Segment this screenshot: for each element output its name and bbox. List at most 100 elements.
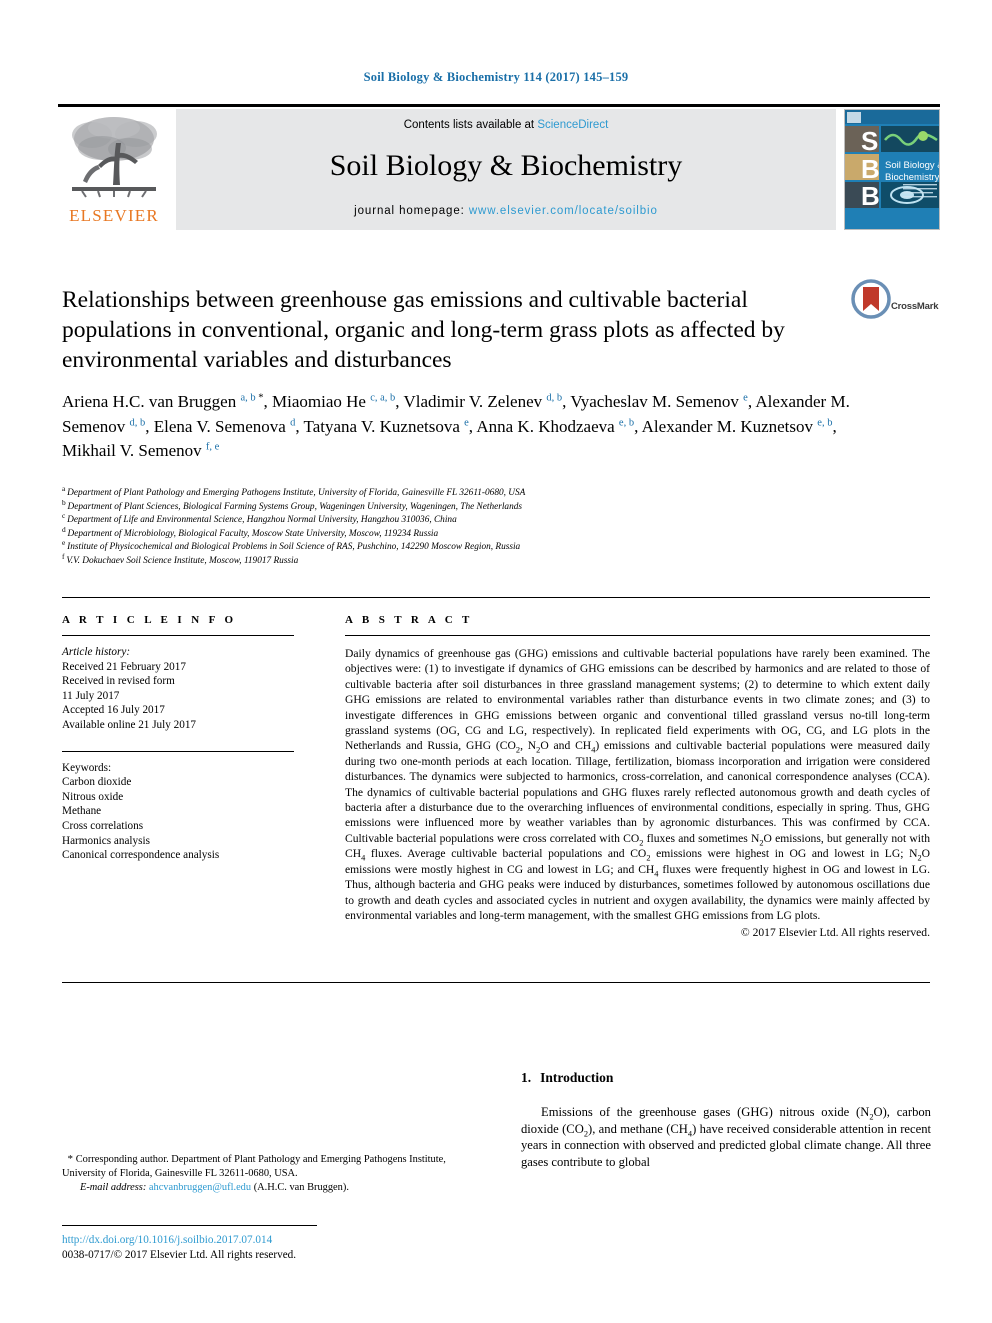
- affiliation-text: V.V. Dokuchaev Soil Science Institute, M…: [66, 555, 299, 566]
- article-history-label: Article history:: [62, 646, 131, 658]
- affiliation-item: d Department of Microbiology, Biological…: [62, 525, 892, 542]
- keyword-item: Methane: [62, 805, 102, 818]
- doi-link[interactable]: http://dx.doi.org/10.1016/j.soilbio.2017…: [62, 1233, 492, 1248]
- author-affiliation-marks: f, e: [205, 441, 220, 453]
- crossmark-icon: [851, 279, 891, 319]
- author-name: Alexander M. Kuznetsov: [641, 416, 818, 436]
- author-affiliation-marks: e, b: [817, 416, 833, 428]
- author-separator: ,: [263, 392, 273, 411]
- author-separator: ,: [295, 416, 304, 436]
- email-suffix: (A.H.C. van Bruggen).: [253, 1182, 349, 1193]
- affiliation-text: Department of Life and Environmental Sci…: [67, 515, 457, 526]
- author-affiliation-marks: d, b: [129, 416, 146, 428]
- elsevier-tree-icon: [72, 117, 157, 198]
- svg-text:B: B: [861, 181, 880, 211]
- author-affiliation-marks: a, b: [240, 392, 256, 404]
- svg-text:B: B: [861, 154, 880, 184]
- abstract-column: A B S T R A C T Daily dynamics of greenh…: [345, 614, 930, 941]
- author-name: Vladimir V. Zelenev: [403, 392, 547, 411]
- journal-homepage-link[interactable]: www.elsevier.com/locate/soilbio: [469, 205, 658, 217]
- sciencedirect-link[interactable]: ScienceDirect: [537, 119, 608, 131]
- homepage-prefix: journal homepage:: [354, 205, 469, 217]
- journal-cover-art: S B B Soil Biology & Biochemistry: [845, 110, 940, 229]
- keywords-rule: [62, 750, 294, 752]
- article-history-item: Received 21 February 2017: [62, 660, 186, 673]
- corresponding-author-text: Corresponding author. Department of Plan…: [62, 1154, 446, 1179]
- affiliation-text: Institute of Physicochemical and Biologi…: [67, 542, 521, 553]
- email-label: E-mail address:: [80, 1182, 147, 1193]
- author-name: Vyacheslav M. Semenov: [570, 392, 744, 411]
- keyword-item: Harmonics analysis: [62, 834, 150, 847]
- keyword-item: Carbon dioxide: [62, 776, 132, 789]
- abstract-body: Daily dynamics of greenhouse gas (GHG) e…: [345, 646, 930, 923]
- masthead-top-rule: [58, 104, 940, 107]
- svg-text:S: S: [861, 126, 878, 156]
- introduction-section: 1. Introduction Emissions of the greenhou…: [521, 1070, 931, 1170]
- keyword-item: Nitrous oxide: [62, 790, 124, 803]
- article-history-item: 11 July 2017: [62, 689, 120, 702]
- article-history-items: Received 21 February 2017 Received in rev…: [62, 660, 310, 733]
- affiliation-item: f V.V. Dokuchaev Soil Science Institute,…: [62, 553, 892, 569]
- keyword-item: Canonical correspondence analysis: [62, 849, 220, 862]
- affiliation-item: b Department of Plant Sciences, Biologic…: [62, 498, 892, 515]
- author-name: Elena V. Semenova: [153, 416, 291, 436]
- title-block: Relationships between greenhouse gas emi…: [62, 285, 842, 375]
- email-link[interactable]: ahcvanbruggen@ufl.edu: [149, 1182, 251, 1193]
- keywords-label: Keywords:: [62, 761, 112, 774]
- article-history-item: Received in revised form: [62, 675, 175, 688]
- author-name: Mikhail V. Semenov: [62, 441, 206, 460]
- journal-cover-thumbnail: S B B Soil Biology & Biochemistry: [844, 109, 940, 230]
- page-title: Relationships between greenhouse gas emi…: [62, 287, 785, 373]
- elsevier-wordmark: ELSEVIER: [69, 206, 159, 225]
- abstract-rule: [345, 635, 930, 636]
- author-affiliation-marks: e, b: [618, 416, 635, 428]
- affiliation-item: a Department of Plant Pathology and Emer…: [62, 485, 892, 501]
- paper-page: Soil Biology & Biochemistry 114 (2017) 1…: [0, 0, 992, 1323]
- author-list: Ariena H.C. van Bruggen a, b *, Miaomiao…: [62, 390, 862, 464]
- svg-text:Soil Biology &: Soil Biology &: [885, 160, 940, 171]
- affiliation-item: e Institute of Physicochemical and Biolo…: [62, 539, 892, 555]
- running-head: Soil Biology & Biochemistry 114 (2017) 1…: [363, 70, 629, 84]
- journal-masthead: ELSEVIER Contents lists available at Sci…: [58, 104, 940, 230]
- affiliation-text: Department of Plant Sciences, Biological…: [67, 501, 522, 512]
- author-separator: ,: [145, 416, 154, 436]
- abstract-paragraph: Daily dynamics of greenhouse gas (GHG) e…: [345, 647, 931, 922]
- introduction-body: Emissions of the greenhouse gases (GHG) …: [521, 1105, 931, 1169]
- author-name: Tatyana V. Kuznetsova: [303, 416, 465, 436]
- contents-prefix: Contents lists available at: [403, 119, 538, 131]
- crossmark-label: CrossMark: [891, 301, 939, 312]
- article-info-column: A R T I C L E I N F O Article history: R…: [62, 614, 310, 863]
- keywords-block: Keywords: Carbon dioxide Nitrous oxide Met…: [62, 761, 310, 863]
- corresponding-author-footnote: * Corresponding author. Department of Pl…: [62, 1152, 482, 1195]
- info-abstract-bottom-rule: [62, 982, 930, 983]
- affiliation-item: c Department of Life and Environmental S…: [62, 512, 892, 528]
- article-history-item: Accepted 16 July 2017: [62, 704, 165, 717]
- keyword-item: Cross correlations: [62, 819, 144, 832]
- author-name: Ariena H.C. van Bruggen: [62, 392, 241, 411]
- info-abstract-top-rule: [62, 597, 930, 598]
- article-info-heading: A R T I C L E I N F O: [62, 614, 237, 626]
- doi-block: http://dx.doi.org/10.1016/j.soilbio.2017…: [62, 1233, 492, 1263]
- introduction-heading: 1. Introduction: [521, 1070, 931, 1086]
- crossmark-badge[interactable]: CrossMark: [851, 279, 943, 331]
- introduction-heading-text: Introduction: [540, 1070, 614, 1085]
- contents-available-line: Contents lists available at ScienceDirec…: [176, 119, 836, 131]
- author-name: Anna K. Khodzaeva: [476, 416, 619, 436]
- author-name: Miaomiao He: [272, 392, 371, 411]
- journal-title: Soil Biology & Biochemistry: [329, 149, 683, 182]
- article-info-rule: [62, 635, 294, 636]
- email-line: E-mail address: ahcvanbruggen@ufl.edu (A…: [62, 1181, 482, 1195]
- elsevier-logo: ELSEVIER: [58, 109, 170, 230]
- author-affiliation-marks: c, a, b: [370, 392, 396, 404]
- svg-text:Biochemistry: Biochemistry: [885, 172, 940, 183]
- author-separator: ,: [395, 392, 404, 411]
- issn-copyright-line: 0038-0717/© 2017 Elsevier Ltd. All right…: [62, 1249, 297, 1261]
- asterisk-icon: *: [62, 1153, 76, 1165]
- affiliation-text: Department of Plant Pathology and Emergi…: [67, 488, 526, 498]
- article-history-item: Available online 21 July 2017: [62, 718, 197, 731]
- introduction-number: 1.: [521, 1070, 532, 1085]
- corresponding-author-marker: *: [255, 392, 264, 404]
- keywords-items: Carbon dioxide Nitrous oxide Methane Cross …: [62, 775, 310, 863]
- corresponding-author-line: * Corresponding author. Department of Pl…: [62, 1152, 482, 1181]
- masthead-center-panel: Contents lists available at ScienceDirec…: [176, 109, 836, 230]
